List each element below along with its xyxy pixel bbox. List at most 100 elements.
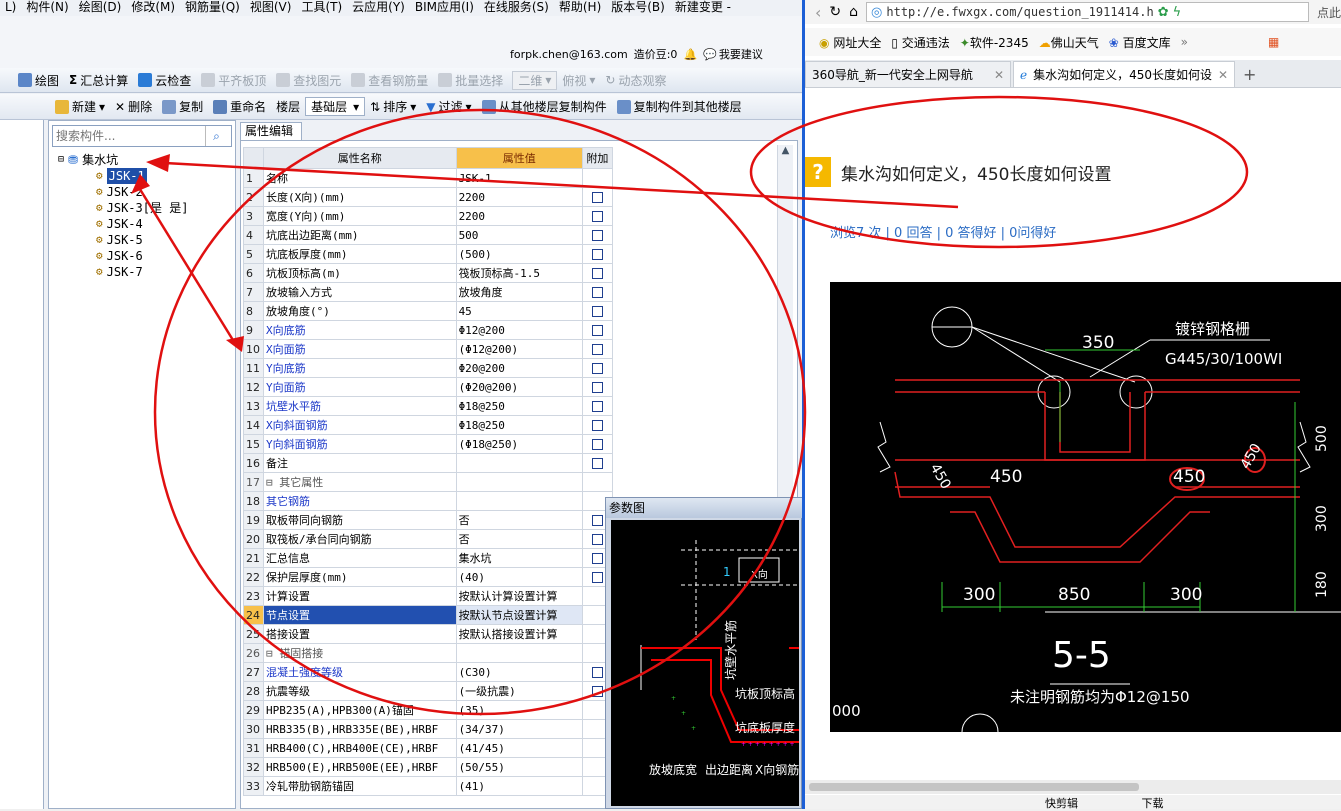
property-value-cell[interactable]: (50/55)	[455, 757, 583, 777]
new-tab-icon[interactable]: +	[1237, 61, 1262, 87]
property-value-cell[interactable]: (41)	[455, 776, 583, 796]
property-row[interactable]: 21 汇总信息 集水坑	[242, 548, 614, 568]
copy-from-floor-button[interactable]: 从其他楼层复制构件	[477, 98, 612, 115]
property-row[interactable]: 25 搭接设置 按默认搭接设置计算	[242, 624, 614, 644]
property-row[interactable]: 9 X向底筋 Φ12@200	[242, 320, 614, 340]
menu-item-new-change[interactable]: 新建变更 -	[670, 0, 736, 16]
extra-checkbox[interactable]	[591, 344, 603, 355]
page-scroll-thumb[interactable]	[809, 783, 1139, 791]
property-name-cell[interactable]: X向斜面钢筋	[263, 415, 457, 435]
property-value-cell[interactable]: Φ20@200	[455, 358, 583, 378]
property-row[interactable]: 13 坑壁水平筋 Φ18@250	[242, 396, 614, 416]
extra-checkbox[interactable]	[591, 420, 603, 431]
align-slab-top-button[interactable]: 平齐板顶	[196, 72, 271, 89]
menu-item-tools[interactable]: 工具(T)	[296, 0, 347, 16]
bookmark-item[interactable]: ☁佛山天气	[1039, 34, 1099, 51]
close-icon[interactable]: ✕	[994, 68, 1004, 82]
menu-item-component[interactable]: 构件(N)	[21, 0, 73, 16]
bell-icon[interactable]: 🔔	[683, 48, 697, 61]
property-name-cell[interactable]: ⊟ 其它属性	[263, 472, 457, 492]
menu-item-view[interactable]: 视图(V)	[245, 0, 297, 16]
property-name-cell[interactable]: HRB400(C),HRB400E(CE),HRBF	[263, 738, 457, 758]
menu-item-help[interactable]: 帮助(H)	[554, 0, 606, 16]
extra-checkbox[interactable]	[591, 553, 603, 564]
property-name-cell[interactable]: 宽度(Y向)(mm)	[263, 206, 457, 226]
property-name-cell[interactable]: 其它钢筋	[263, 491, 457, 511]
extra-checkbox[interactable]	[591, 287, 603, 298]
header-extra[interactable]: 附加	[581, 147, 614, 169]
extra-checkbox[interactable]	[591, 458, 603, 469]
property-value-cell[interactable]: (C30)	[455, 662, 583, 682]
tree-root[interactable]: ⊟ ⛃ 集水坑	[58, 152, 234, 168]
address-bar[interactable]: ◎ http://e.fwxgx.com/question_1911414.h …	[866, 2, 1309, 22]
more-bookmarks-icon[interactable]: »	[1181, 35, 1188, 49]
menu-item-draw[interactable]: 绘图(D)	[74, 0, 127, 16]
property-value-cell[interactable]: 2200	[455, 187, 583, 207]
shield-icon[interactable]: ✿	[1158, 5, 1169, 20]
search-icon[interactable]: ⌕	[205, 126, 227, 146]
property-value-cell[interactable]: 集水坑	[455, 548, 583, 568]
property-name-cell[interactable]: 坑底出边距离(mm)	[263, 225, 457, 245]
extra-checkbox[interactable]	[591, 439, 603, 450]
property-name-cell[interactable]: 保护层厚度(mm)	[263, 567, 457, 587]
tree-item[interactable]: ⚙ JSK-5	[58, 232, 234, 248]
property-name-cell[interactable]: 汇总信息	[263, 548, 457, 568]
property-value-cell[interactable]: (40)	[455, 567, 583, 587]
property-value-cell[interactable]: (34/37)	[455, 719, 583, 739]
property-row[interactable]: 20 取筏板/承台同向钢筋否	[242, 529, 614, 549]
bookmark-item[interactable]: ▯ 交通违法	[891, 34, 949, 51]
property-name-cell[interactable]: 取板带同向钢筋	[263, 510, 457, 530]
property-row[interactable]: 8 放坡角度(°) 45	[242, 301, 614, 321]
property-row[interactable]: 19 取板带同向钢筋否	[242, 510, 614, 530]
property-value-cell[interactable]	[455, 453, 583, 473]
extra-checkbox[interactable]	[591, 268, 603, 279]
draw-button[interactable]: 绘图	[0, 72, 64, 89]
property-value-cell[interactable]: 500	[455, 225, 583, 245]
property-name-cell[interactable]: 抗震等级	[263, 681, 457, 701]
property-value-cell[interactable]: 按默认计算设置计算	[455, 586, 583, 606]
cloud-check-button[interactable]: 云检查	[133, 72, 196, 89]
property-name-cell[interactable]: Y向面筋	[263, 377, 457, 397]
extra-checkbox[interactable]	[591, 306, 603, 317]
property-value-cell[interactable]: 放坡角度	[455, 282, 583, 302]
property-name-cell[interactable]: ⊟ 锚固搭接	[263, 643, 457, 663]
parameter-diagram-title[interactable]: 参数图	[606, 498, 802, 518]
extra-checkbox[interactable]	[591, 363, 603, 374]
property-name-cell[interactable]: 取筏板/承台同向钢筋	[263, 529, 457, 549]
extra-checkbox[interactable]	[591, 382, 603, 393]
rename-button[interactable]: 重命名	[208, 98, 271, 115]
question-stats[interactable]: 浏览7 次 | 0 回答 | 0 答得好 | 0问得好	[830, 222, 1056, 241]
top-view-button[interactable]: 俯视 ▾	[557, 72, 600, 89]
property-value-cell[interactable]	[455, 491, 583, 511]
property-name-cell[interactable]: 备注	[263, 453, 457, 473]
property-value-cell[interactable]: 按默认搭接设置计算	[455, 624, 583, 644]
tree-item[interactable]: ⚙ JSK-2	[58, 184, 234, 200]
extra-checkbox[interactable]	[591, 401, 603, 412]
menu-item-modify[interactable]: 修改(M)	[126, 0, 180, 16]
property-row[interactable]: 22 保护层厚度(mm) (40)	[242, 567, 614, 587]
property-name-cell[interactable]: 长度(X向)(mm)	[263, 187, 457, 207]
property-row[interactable]: 33 冷轧带肋钢筋锚固 (41)	[242, 776, 614, 796]
property-value-cell[interactable]: (500)	[455, 244, 583, 264]
property-row[interactable]: 1 名称 JSK-1	[242, 168, 614, 188]
home-icon[interactable]: ⌂	[849, 4, 858, 20]
close-icon[interactable]: ✕	[1218, 68, 1228, 82]
extra-checkbox[interactable]	[591, 325, 603, 336]
property-row[interactable]: 32 HRB500(E),HRB500E(EE),HRBF (50/55)	[242, 757, 614, 777]
property-row[interactable]: 27 混凝土强度等级 (C30)	[242, 662, 614, 682]
property-value-cell[interactable]: Φ18@250	[455, 396, 583, 416]
property-name-cell[interactable]: Y向底筋	[263, 358, 457, 378]
menu-item-l[interactable]: L)	[0, 0, 21, 16]
browser-tab-active[interactable]: ℯ 集水沟如何定义，450长度如何设 ✕	[1013, 61, 1235, 87]
property-value-cell[interactable]: (41/45)	[455, 738, 583, 758]
extra-checkbox[interactable]	[591, 686, 603, 697]
property-name-cell[interactable]: HRB335(B),HRB335E(BE),HRBF	[263, 719, 457, 739]
new-button[interactable]: 新建 ▾	[50, 98, 110, 115]
tab-property-edit[interactable]: 属性编辑	[240, 122, 302, 140]
menu-item-rebar[interactable]: 钢筋量(Q)	[180, 0, 245, 16]
copy-to-floor-button[interactable]: 复制构件到其他楼层	[612, 98, 747, 115]
clip-button[interactable]: 快剪辑	[1045, 797, 1078, 810]
lightning-icon[interactable]: ϟ	[1173, 5, 1182, 20]
extra-checkbox[interactable]	[591, 667, 603, 678]
property-row[interactable]: 18 其它钢筋	[242, 491, 614, 511]
